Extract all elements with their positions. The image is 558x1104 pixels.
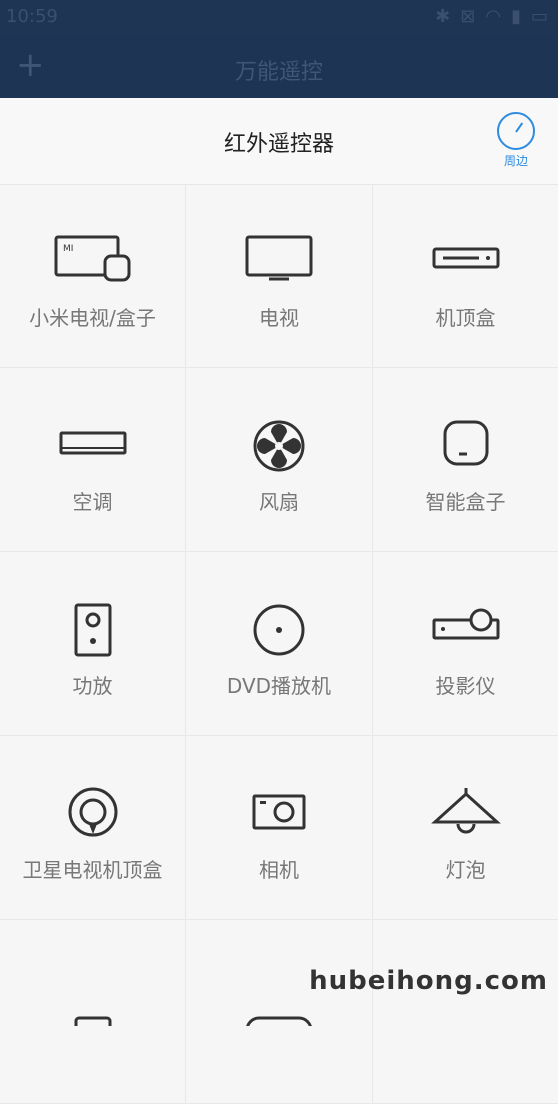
compass-icon <box>497 112 535 150</box>
air-conditioner-icon <box>59 431 126 455</box>
device-grid: MI 小米电视/盒子 电视 机顶盒 空调 风扇 智能盒子 功放 DVD播放机 投… <box>0 184 558 1104</box>
smart-box-icon <box>443 420 488 466</box>
device-amplifier[interactable]: 功放 <box>0 552 186 736</box>
watermark: hubeihong.com <box>309 966 548 996</box>
lamp-icon <box>430 788 501 834</box>
signal-icon: ▮ <box>511 6 521 27</box>
device-name: 机顶盒 <box>435 306 496 330</box>
device-name: 小米电视/盒子 <box>29 306 156 330</box>
mi-tv-box-icon: MI <box>54 235 130 282</box>
device-name: 相机 <box>259 858 299 882</box>
fan-icon <box>253 420 305 472</box>
amplifier-icon <box>74 603 111 657</box>
device-name: 卫星电视机顶盒 <box>22 858 163 882</box>
svg-text:MI: MI <box>63 244 73 254</box>
nearby-button[interactable]: 周边 <box>496 112 536 169</box>
status-time: 10:59 <box>6 6 58 27</box>
device-tv[interactable]: 电视 <box>186 184 373 368</box>
device-name: 投影仪 <box>435 674 496 698</box>
device-camera[interactable]: 相机 <box>186 736 373 920</box>
device-name: 空调 <box>72 490 113 514</box>
battery-icon: ▭ <box>530 6 548 27</box>
nearby-label: 周边 <box>503 154 528 168</box>
device-projector[interactable]: 投影仪 <box>373 552 558 736</box>
device-smart-box[interactable]: 智能盒子 <box>373 368 558 552</box>
device-dvd[interactable]: DVD播放机 <box>186 552 373 736</box>
device-set-top-box[interactable]: 机顶盒 <box>373 184 558 368</box>
device-name: 电视 <box>259 306 299 330</box>
tv-icon <box>245 235 313 281</box>
device-name: 风扇 <box>259 490 299 514</box>
camera-icon <box>252 794 306 830</box>
device-name: 灯泡 <box>445 858 486 882</box>
projector-icon <box>432 608 499 640</box>
device-name: 功放 <box>72 674 113 698</box>
page-title: 万能遥控 <box>234 60 323 85</box>
status-icons: ✱ ⊠ ◠ ▮ ▭ <box>435 6 548 27</box>
phone-icon <box>74 1016 111 1026</box>
device-partial-2[interactable] <box>186 920 373 1104</box>
dvd-icon <box>253 604 305 656</box>
device-air-conditioner[interactable]: 空调 <box>0 368 186 552</box>
section-header: 红外遥控器 周边 <box>0 98 558 185</box>
device-lamp[interactable]: 灯泡 <box>373 736 558 920</box>
device-name: 智能盒子 <box>425 490 506 514</box>
satellite-icon <box>68 787 117 837</box>
device-mi-tv-box[interactable]: MI 小米电视/盒子 <box>0 184 186 368</box>
wifi-icon: ◠ <box>485 6 502 27</box>
status-bar: 10:59 ✱ ⊠ ◠ ▮ ▭ <box>0 0 558 34</box>
device-fan[interactable]: 风扇 <box>186 368 373 552</box>
device-satellite[interactable]: 卫星电视机顶盒 <box>0 736 186 920</box>
oval-device-icon <box>246 1016 312 1026</box>
device-partial-3[interactable] <box>373 920 558 1104</box>
set-top-box-icon <box>432 247 499 269</box>
bluetooth-icon: ✱ <box>435 6 451 27</box>
device-name: DVD播放机 <box>226 674 332 698</box>
mute-icon: ⊠ <box>460 6 476 27</box>
device-partial-1[interactable] <box>0 920 186 1104</box>
title-bar: + 万能遥控 <box>0 34 558 98</box>
section-title: 红外遥控器 <box>223 132 334 157</box>
